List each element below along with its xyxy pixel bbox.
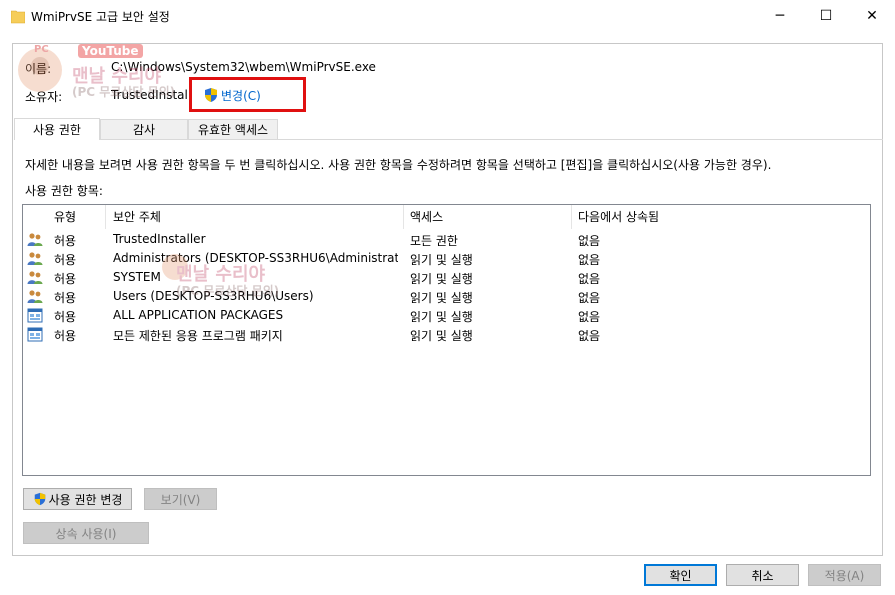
column-header-access[interactable]: 액세스 [410,208,443,225]
uac-shield-icon [205,88,217,102]
table-row[interactable]: 허용 모든 제한된 응용 프로그램 패키지 읽기 및 실행 없음 [23,325,870,344]
owner-label: 소유자: [25,90,63,104]
row-inherited: 없음 [578,272,601,286]
users-icon [27,290,43,303]
row-access: 읽기 및 실행 [410,329,473,343]
tab-permissions[interactable]: 사용 권한 [14,118,100,140]
users-icon [27,233,43,246]
close-icon: ✕ [866,8,878,24]
column-header-inherited[interactable]: 다음에서 상속됨 [578,208,659,225]
folder-icon [11,10,25,24]
row-access: 읽기 및 실행 [410,272,473,286]
description-text: 자세한 내용을 보려면 사용 권한 항목을 두 번 클릭하십시오. 사용 권한 … [25,158,772,172]
users-icon [27,252,43,265]
row-principal: ALL APPLICATION PACKAGES [113,308,284,322]
maximize-button[interactable]: ☐ [803,0,849,32]
row-principal: 모든 제한된 응용 프로그램 패키지 [113,329,283,343]
button-label: 취소 [751,568,774,583]
row-access: 읽기 및 실행 [410,253,473,267]
row-inherited: 없음 [578,253,601,267]
minimize-icon: ─ [775,8,785,24]
view-button[interactable]: 보기(V) [144,488,217,510]
column-header-principal[interactable]: 보안 주체 [113,208,161,225]
package-icon [27,308,43,323]
name-value: C:\Windows\System32\wbem\WmiPrvSE.exe [111,60,376,74]
row-inherited: 없음 [578,291,601,305]
row-inherited: 없음 [578,329,601,343]
column-separator[interactable] [571,205,572,229]
users-icon [27,271,43,284]
name-label: 이름: [25,62,52,76]
cancel-button[interactable]: 취소 [726,564,799,586]
column-header-type[interactable]: 유형 [54,208,76,225]
entries-label: 사용 권한 항목: [25,184,103,198]
window-title: WmiPrvSE 고급 보안 설정 [31,10,170,24]
row-access: 읽기 및 실행 [410,310,473,324]
button-label: 상속 사용(I) [55,526,117,541]
tab-effective-access[interactable]: 유효한 액세스 [188,119,278,139]
change-owner-link[interactable]: 변경(C) [221,87,261,104]
tab-label: 감사 [132,123,156,137]
row-principal: Administrators (DESKTOP-SS3RHU6\Administ… [113,251,398,265]
table-row[interactable]: 허용 TrustedInstaller 모든 권한 없음 [23,230,870,249]
button-label: 보기(V) [160,492,201,507]
row-access: 읽기 및 실행 [410,291,473,305]
owner-value: TrustedInstaller [111,88,187,102]
change-permissions-button[interactable]: 사용 권한 변경 [23,488,132,510]
button-label: 적용(A) [824,568,865,583]
row-type: 허용 [54,272,77,286]
close-button[interactable]: ✕ [849,0,895,32]
tab-auditing[interactable]: 감사 [100,119,188,139]
minimize-button[interactable]: ─ [757,0,803,32]
table-row[interactable]: 허용 SYSTEM 읽기 및 실행 없음 [23,268,870,287]
row-inherited: 없음 [578,310,601,324]
row-principal: TrustedInstaller [113,232,206,246]
maximize-icon: ☐ [819,8,833,24]
table-row[interactable]: 허용 ALL APPLICATION PACKAGES 읽기 및 실행 없음 [23,306,870,325]
row-type: 허용 [54,310,77,324]
row-principal: Users (DESKTOP-SS3RHU6\Users) [113,289,314,303]
tab-label: 유효한 액세스 [197,123,269,137]
button-label: 사용 권한 변경 [48,492,123,507]
column-separator[interactable] [403,205,404,229]
permission-entries-list[interactable]: 유형 보안 주체 액세스 다음에서 상속됨 허용 TrustedInstalle… [22,204,871,476]
row-type: 허용 [54,253,77,267]
row-access: 모든 권한 [410,234,458,248]
column-separator[interactable] [105,205,106,229]
table-row[interactable]: 허용 Administrators (DESKTOP-SS3RHU6\Admin… [23,249,870,268]
tab-label: 사용 권한 [33,123,81,137]
apply-button[interactable]: 적용(A) [808,564,881,586]
ok-button[interactable]: 확인 [644,564,717,586]
button-label: 확인 [669,568,692,583]
tab-underline [14,139,883,140]
table-row[interactable]: 허용 Users (DESKTOP-SS3RHU6\Users) 읽기 및 실행… [23,287,870,306]
row-type: 허용 [54,329,77,343]
uac-shield-icon [34,492,45,506]
title-bar: WmiPrvSE 고급 보안 설정 ─ ☐ ✕ [0,0,895,32]
row-type: 허용 [54,291,77,305]
row-inherited: 없음 [578,234,601,248]
enable-inheritance-button[interactable]: 상속 사용(I) [23,522,149,544]
row-type: 허용 [54,234,77,248]
package-icon [27,327,43,342]
row-principal: SYSTEM [113,270,161,284]
